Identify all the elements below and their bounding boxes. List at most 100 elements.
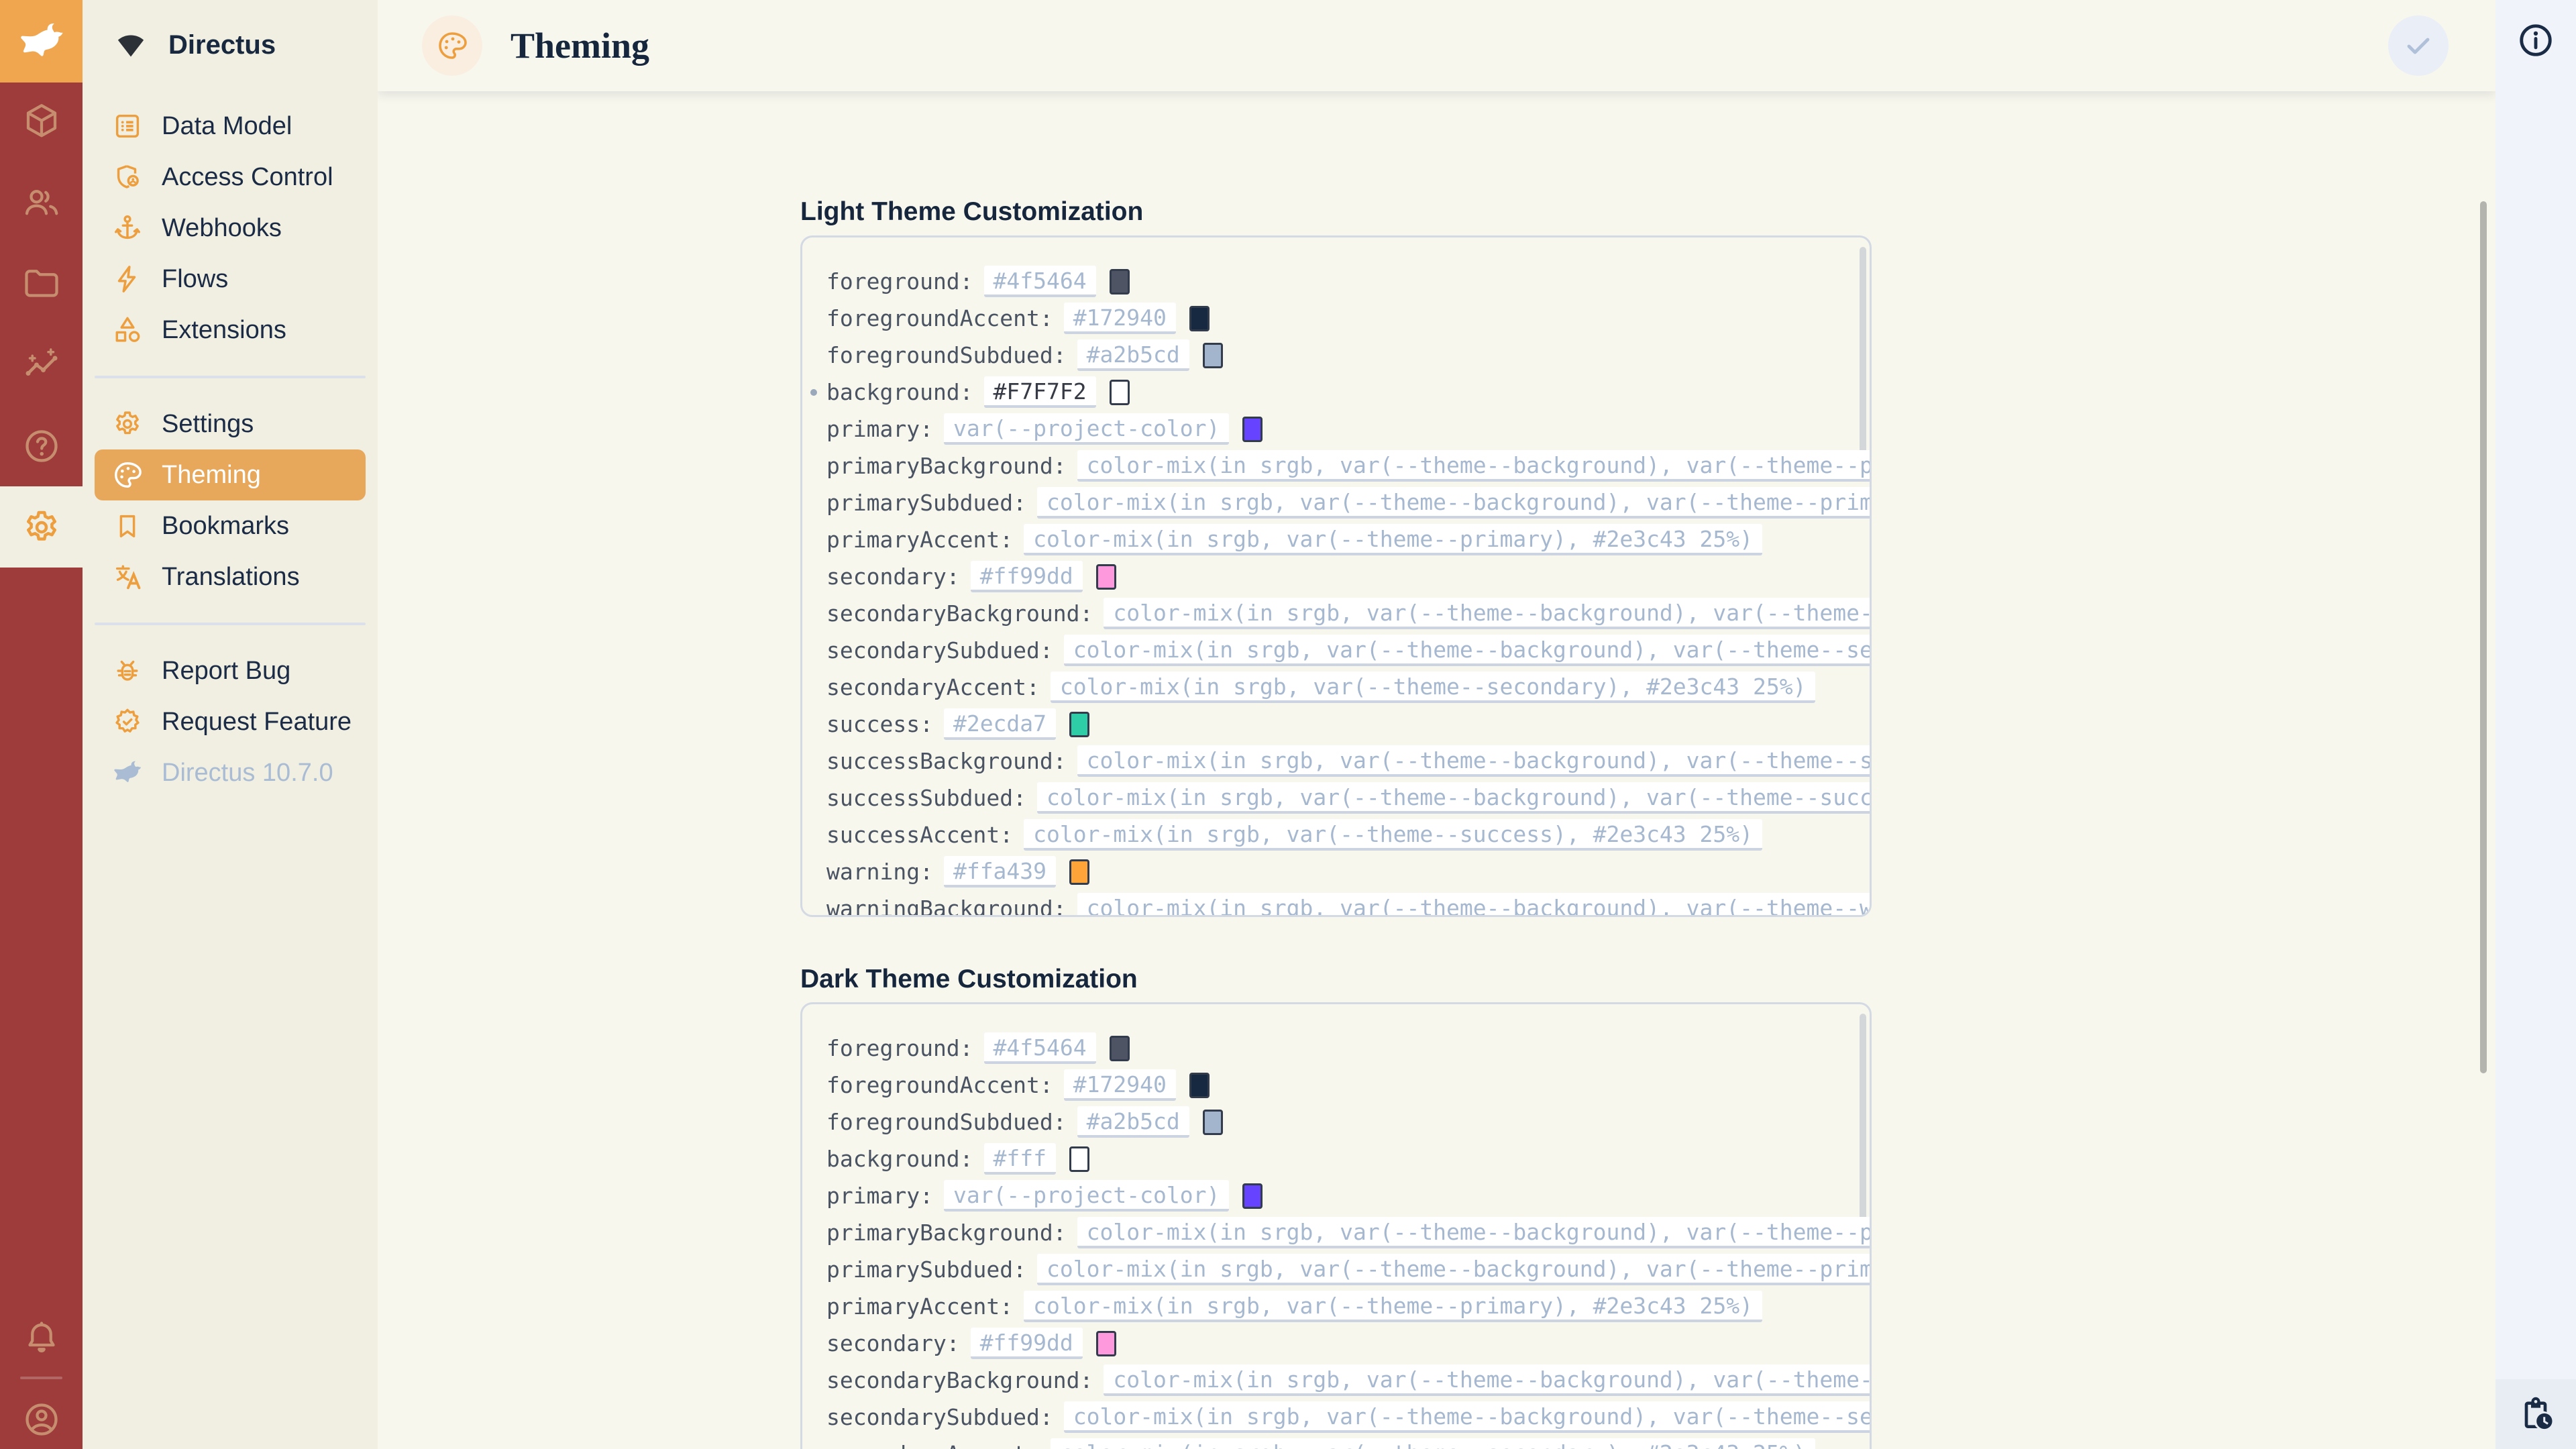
rule-name: background: (826, 1146, 973, 1172)
module-content-button[interactable] (0, 80, 83, 162)
color-swatch[interactable] (1096, 1331, 1116, 1356)
theme-rule-row: secondarySubdued:color-mix(in srgb, var(… (826, 632, 1870, 669)
help-icon (21, 426, 62, 466)
category-shapes-icon (112, 315, 143, 345)
color-swatch[interactable] (1189, 306, 1210, 331)
color-swatch[interactable] (1242, 1183, 1263, 1209)
module-files-button[interactable] (0, 243, 83, 324)
rule-value-input[interactable]: color-mix(in srgb, var(--theme--backgrou… (1037, 1254, 1872, 1285)
module-insights-button[interactable] (0, 324, 83, 405)
rule-value-input[interactable]: #ff99dd (971, 1328, 1083, 1359)
module-settings-button[interactable] (0, 486, 83, 568)
sidebar-item-access-control[interactable]: Access Control (95, 152, 366, 203)
rule-value-input[interactable]: var(--project-color) (944, 1180, 1229, 1212)
save-button-disabled[interactable] (2388, 15, 2449, 76)
translate-icon (112, 561, 143, 592)
theme-rule-row: warning:#ffa439 (826, 853, 1870, 890)
sidebar-item-request-feature[interactable]: Request Feature (95, 696, 366, 747)
sidebar-item-version[interactable]: Directus 10.7.0 (95, 747, 366, 798)
sidebar-item-extensions[interactable]: Extensions (95, 305, 366, 356)
theme-rule-row: secondaryBackground:color-mix(in srgb, v… (826, 595, 1870, 632)
rule-value-input[interactable]: color-mix(in srgb, var(--theme--primary)… (1024, 1291, 1762, 1322)
theme-rule-row: secondary:#ff99dd (826, 558, 1870, 595)
rule-value-input[interactable]: color-mix(in srgb, var(--theme--backgrou… (1077, 1217, 1872, 1248)
color-swatch[interactable] (1110, 1036, 1130, 1061)
rule-name: secondaryBackground: (826, 1367, 1093, 1393)
color-swatch[interactable] (1096, 564, 1116, 590)
rule-value-input[interactable]: color-mix(in srgb, var(--theme--secondar… (1051, 1438, 1816, 1449)
sidebar-item-data-model[interactable]: Data Model (95, 101, 366, 152)
rule-value-input[interactable]: #ff99dd (971, 561, 1083, 592)
rule-value-input[interactable]: color-mix(in srgb, var(--theme--backgrou… (1064, 1401, 1872, 1433)
sidebar-item-translations[interactable]: Translations (95, 551, 366, 602)
main-content-area: Theming Light Theme Customization foregr… (378, 0, 2496, 1449)
color-swatch[interactable] (1203, 1110, 1223, 1135)
sidebar-item-report-bug[interactable]: Report Bug (95, 645, 366, 696)
rule-value-input[interactable]: color-mix(in srgb, var(--theme--backgrou… (1104, 598, 1872, 629)
rule-value-input[interactable]: var(--project-color) (944, 413, 1229, 445)
page-header: Theming (378, 0, 2496, 91)
rule-value-input[interactable]: #F7F7F2 (984, 376, 1096, 408)
light-theme-editor[interactable]: foreground:#4f5464foregroundAccent:#1729… (800, 235, 1872, 917)
theme-rule-row: foregroundSubdued:#a2b5cd (826, 1104, 1870, 1140)
rule-value-input[interactable]: #ffa439 (944, 856, 1056, 888)
color-swatch[interactable] (1069, 859, 1089, 885)
rule-value-input[interactable]: #172940 (1064, 1069, 1176, 1101)
color-swatch[interactable] (1242, 417, 1263, 442)
rule-value-input[interactable]: #a2b5cd (1077, 339, 1189, 371)
directus-logo-button[interactable] (0, 0, 83, 83)
rule-value-input[interactable]: color-mix(in srgb, var(--theme--backgrou… (1077, 450, 1872, 482)
color-swatch[interactable] (1110, 380, 1130, 405)
rule-value-input[interactable]: #4f5464 (984, 1032, 1096, 1064)
gear-icon (112, 409, 143, 439)
rule-value-input[interactable]: color-mix(in srgb, var(--theme--backgrou… (1037, 487, 1872, 519)
rule-value-input[interactable]: #2ecda7 (944, 708, 1056, 740)
module-docs-button[interactable] (0, 405, 83, 486)
rule-value-input[interactable]: color-mix(in srgb, var(--theme--backgrou… (1077, 745, 1872, 777)
color-swatch[interactable] (1069, 1146, 1089, 1172)
rule-value-input[interactable]: color-mix(in srgb, var(--theme--primary)… (1024, 524, 1762, 555)
notifications-button[interactable] (0, 1297, 83, 1379)
rule-name: primaryAccent: (826, 1293, 1013, 1320)
rule-name: foregroundAccent: (826, 1072, 1053, 1098)
rule-value-input[interactable]: #172940 (1064, 303, 1176, 334)
sidebar-item-flows[interactable]: Flows (95, 254, 366, 305)
theme-rule-row: successBackground:color-mix(in srgb, var… (826, 743, 1870, 780)
sidebar-item-theming[interactable]: Theming (95, 449, 366, 500)
color-swatch[interactable] (1069, 712, 1089, 737)
project-name: Directus (168, 30, 276, 60)
verified-seal-icon (112, 706, 143, 737)
rule-name: primaryBackground: (826, 1220, 1067, 1246)
revisions-drawer-button[interactable] (2496, 1379, 2576, 1449)
module-users-button[interactable] (0, 162, 83, 243)
color-swatch[interactable] (1110, 269, 1130, 294)
sidebar-item-label: Report Bug (162, 657, 290, 686)
rule-value-input[interactable]: color-mix(in srgb, var(--theme--secondar… (1051, 672, 1816, 703)
sidebar-item-bookmarks[interactable]: Bookmarks (95, 500, 366, 551)
color-swatch[interactable] (1189, 1073, 1210, 1098)
rule-name: primary: (826, 1183, 933, 1209)
rule-value-input[interactable]: color-mix(in srgb, var(--theme--backgrou… (1037, 782, 1872, 814)
sidebar-item-webhooks[interactable]: Webhooks (95, 203, 366, 254)
sidebar-item-settings[interactable]: Settings (95, 398, 366, 449)
rule-value-input[interactable]: color-mix(in srgb, var(--theme--backgrou… (1077, 893, 1872, 917)
sidebar-info-button[interactable] (2512, 16, 2560, 64)
settings-gear-icon (21, 507, 62, 547)
project-chooser[interactable]: Directus (83, 15, 378, 75)
rule-value-input[interactable]: color-mix(in srgb, var(--theme--backgrou… (1104, 1364, 1872, 1396)
main-scrollbar[interactable] (2480, 201, 2487, 1073)
rule-value-input[interactable]: #fff (984, 1143, 1056, 1175)
anchor-icon (112, 213, 143, 244)
rule-value-input[interactable]: color-mix(in srgb, var(--theme--backgrou… (1064, 635, 1872, 666)
dark-theme-editor[interactable]: foreground:#4f5464foregroundAccent:#1729… (800, 1002, 1872, 1449)
rule-value-input[interactable]: #a2b5cd (1077, 1106, 1189, 1138)
nav-section-footer: Report Bug Request Feature Directus 10.7… (83, 645, 378, 798)
rule-name: foregroundAccent: (826, 305, 1053, 331)
sidebar-item-label: Access Control (162, 163, 333, 192)
sidebar-item-label: Translations (162, 563, 300, 592)
account-button[interactable] (0, 1379, 83, 1449)
color-swatch[interactable] (1203, 343, 1223, 368)
rule-value-input[interactable]: color-mix(in srgb, var(--theme--success)… (1024, 819, 1762, 851)
rule-value-input[interactable]: #4f5464 (984, 266, 1096, 297)
rule-name: secondaryAccent: (826, 1441, 1040, 1449)
